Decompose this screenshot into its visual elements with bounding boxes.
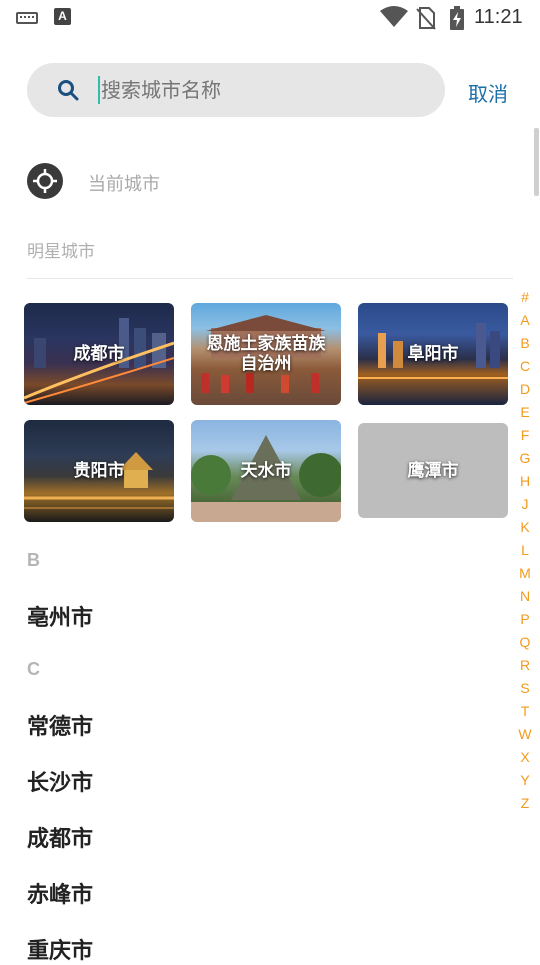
index-letter[interactable]: C xyxy=(512,355,538,378)
star-city-label: 贵阳市 xyxy=(73,461,125,481)
star-city-card-guiyang[interactable]: 贵阳市 xyxy=(24,420,174,522)
index-letter[interactable]: Z xyxy=(512,792,538,815)
star-city-card-yingtan[interactable]: 鹰潭市 xyxy=(358,423,508,518)
keyboard-icon xyxy=(16,12,38,24)
divider xyxy=(27,278,513,279)
index-letter[interactable]: F xyxy=(512,424,538,447)
city-list-item[interactable]: 成都市 xyxy=(27,821,93,853)
index-letter[interactable]: # xyxy=(512,286,538,309)
wifi-icon xyxy=(380,6,408,27)
city-list-item[interactable]: 常德市 xyxy=(27,709,93,741)
index-letter[interactable]: Q xyxy=(512,631,538,654)
index-letter[interactable]: T xyxy=(512,700,538,723)
no-sim-icon xyxy=(416,7,436,30)
status-bar: A 11:21 xyxy=(0,0,540,36)
current-city-label[interactable]: 当前城市 xyxy=(88,170,160,196)
city-list-item[interactable]: 长沙市 xyxy=(27,765,93,797)
index-letter[interactable]: K xyxy=(512,516,538,539)
clock: 11:21 xyxy=(474,6,523,28)
index-letter[interactable]: H xyxy=(512,470,538,493)
index-letter[interactable]: J xyxy=(512,493,538,516)
cancel-button[interactable]: 取消 xyxy=(468,78,508,107)
scrollbar[interactable] xyxy=(534,128,539,196)
index-letter[interactable]: P xyxy=(512,608,538,631)
star-city-card-tianshui[interactable]: 天水市 xyxy=(191,420,341,522)
city-list-item[interactable]: 赤峰市 xyxy=(27,877,93,909)
index-letter[interactable]: B xyxy=(512,332,538,355)
index-letter[interactable]: W xyxy=(512,723,538,746)
star-city-card-enshi[interactable]: 恩施土家族苗族自治州 xyxy=(191,303,341,405)
index-letter[interactable]: N xyxy=(512,585,538,608)
index-letter[interactable]: D xyxy=(512,378,538,401)
index-letter[interactable]: G xyxy=(512,447,538,470)
star-city-label: 阜阳市 xyxy=(407,344,459,364)
battery-charging-icon xyxy=(450,6,464,30)
star-city-card-fuyang[interactable]: 阜阳市 xyxy=(358,303,508,405)
star-city-label: 天水市 xyxy=(240,461,292,481)
search-input[interactable] xyxy=(101,63,421,117)
city-list-item[interactable]: 重庆市 xyxy=(27,933,93,965)
star-city-card-chengdu[interactable]: 成都市 xyxy=(24,303,174,405)
search-bar[interactable] xyxy=(27,63,445,117)
search-icon xyxy=(58,80,79,101)
text-cursor xyxy=(98,76,100,104)
locate-icon[interactable] xyxy=(27,163,63,199)
index-letter[interactable]: E xyxy=(512,401,538,424)
index-letter[interactable]: S xyxy=(512,677,538,700)
star-city-label: 成都市 xyxy=(73,344,125,364)
alphabet-index[interactable]: # A B C D E F G H J K L M N P Q R S T W X Y Z xyxy=(512,286,538,815)
city-list-item[interactable]: 亳州市 xyxy=(27,600,93,632)
star-cities-title: 明星城市 xyxy=(27,242,95,262)
star-city-label: 恩施土家族苗族自治州 xyxy=(206,334,326,374)
index-letter[interactable]: M xyxy=(512,562,538,585)
index-letter[interactable]: R xyxy=(512,654,538,677)
index-letter[interactable]: X xyxy=(512,746,538,769)
star-city-label: 鹰潭市 xyxy=(407,460,459,481)
app-notification-icon: A xyxy=(54,8,71,25)
section-header-b: B xyxy=(27,550,40,570)
section-header-c: C xyxy=(27,659,40,679)
index-letter[interactable]: A xyxy=(512,309,538,332)
index-letter[interactable]: Y xyxy=(512,769,538,792)
index-letter[interactable]: L xyxy=(512,539,538,562)
